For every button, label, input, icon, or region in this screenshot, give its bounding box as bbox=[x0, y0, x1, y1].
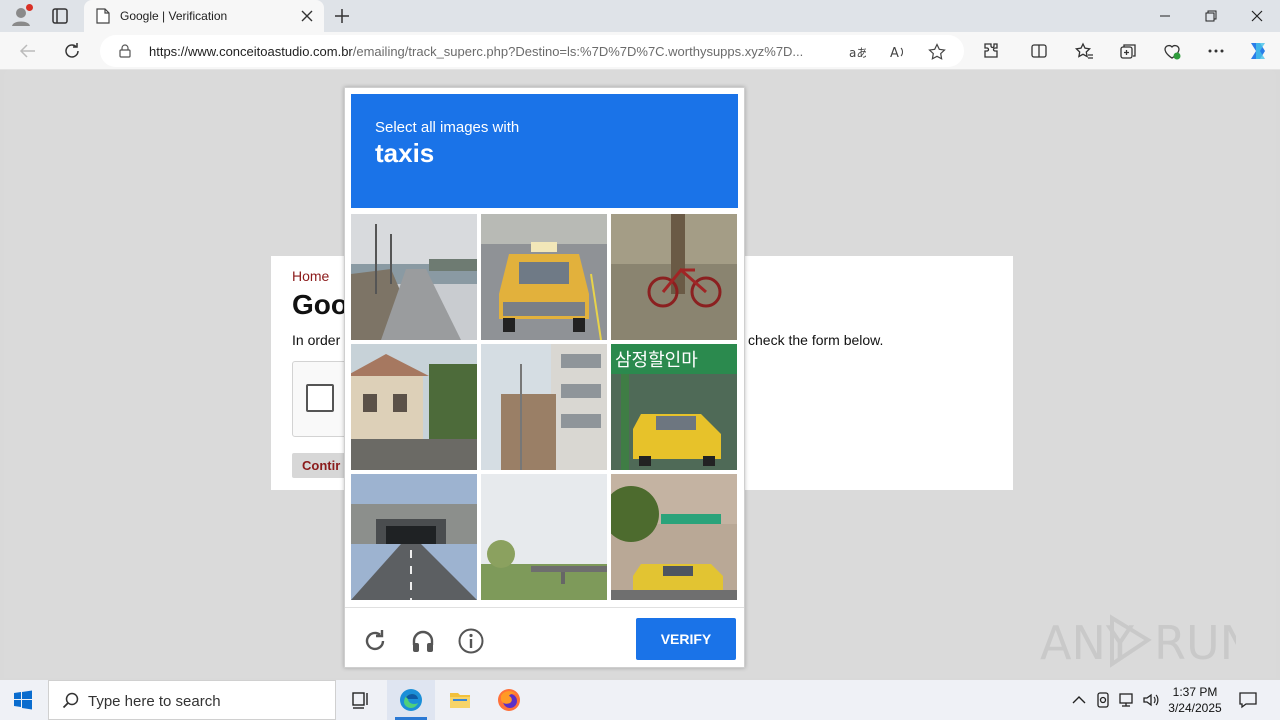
captcha-tile-6[interactable]: 삼정할인마 bbox=[611, 344, 737, 470]
clock-time: 1:37 PM bbox=[1172, 685, 1218, 699]
tab-verification[interactable]: Google | Verification bbox=[84, 0, 324, 32]
taskbar-firefox-icon[interactable] bbox=[485, 680, 533, 720]
watermark-run: RUN bbox=[1154, 616, 1236, 670]
search-icon bbox=[62, 692, 80, 710]
svg-text:A: A bbox=[890, 46, 899, 61]
captcha-header: Select all images with taxis bbox=[351, 94, 738, 208]
network-icon[interactable] bbox=[1118, 691, 1136, 709]
captcha-tile-5[interactable] bbox=[481, 344, 607, 470]
url-path: /emailing/track_superc.php?Destino=ls:%7… bbox=[352, 44, 804, 59]
read-aloud-icon[interactable]: A bbox=[889, 43, 907, 61]
translate-icon[interactable]: aあ bbox=[848, 43, 868, 61]
captcha-tile-8[interactable] bbox=[481, 474, 607, 600]
favorite-star-icon[interactable] bbox=[928, 43, 946, 61]
extensions-icon[interactable] bbox=[981, 41, 1001, 61]
continue-button[interactable]: Contir bbox=[292, 453, 352, 478]
verify-button[interactable]: VERIFY bbox=[636, 618, 736, 660]
address-bar[interactable]: https://www.conceitoastudio.com.br/email… bbox=[100, 35, 964, 67]
minimize-icon[interactable] bbox=[1155, 6, 1175, 26]
copilot-icon[interactable] bbox=[1246, 39, 1270, 63]
volume-icon[interactable] bbox=[1142, 691, 1160, 709]
captcha-tile-2[interactable] bbox=[481, 214, 607, 340]
page-icon bbox=[96, 8, 110, 24]
svg-text:삼정할인마: 삼정할인마 bbox=[615, 350, 698, 371]
close-window-icon[interactable] bbox=[1247, 6, 1267, 26]
browser-toolbar: https://www.conceitoastudio.com.br/email… bbox=[0, 32, 1280, 70]
captcha-tile-9[interactable] bbox=[611, 474, 737, 600]
split-screen-icon[interactable] bbox=[1029, 41, 1049, 61]
tray-overflow-chevron-icon[interactable] bbox=[1070, 691, 1088, 709]
intro-text-left: In order bbox=[292, 332, 341, 348]
captcha-target: taxis bbox=[375, 138, 435, 168]
captcha-tile-3[interactable] bbox=[611, 214, 737, 340]
captcha-tile-7[interactable] bbox=[351, 474, 477, 600]
captcha-footer: VERIFY bbox=[345, 607, 744, 667]
reload-challenge-icon[interactable] bbox=[361, 627, 389, 655]
taskbar-search-box[interactable]: Type here to search bbox=[48, 680, 336, 720]
tab-actions-icon[interactable] bbox=[50, 6, 70, 26]
audio-challenge-icon[interactable] bbox=[409, 627, 437, 655]
intro-text-right: check the form below. bbox=[748, 332, 884, 348]
profile-avatar-icon[interactable] bbox=[10, 4, 33, 27]
clock-date: 3/24/2025 bbox=[1168, 701, 1222, 715]
tab-title: Google | Verification bbox=[120, 9, 228, 23]
taskbar-edge-icon[interactable] bbox=[387, 680, 435, 720]
close-tab-icon[interactable] bbox=[300, 9, 314, 23]
captcha-instruction: Select all images with bbox=[375, 119, 520, 136]
restore-icon[interactable] bbox=[1201, 6, 1221, 26]
windows-taskbar: Type here to search 1:37 PM 3/24/2025 bbox=[0, 680, 1280, 720]
captcha-tile-4[interactable] bbox=[351, 344, 477, 470]
collections-icon[interactable] bbox=[1118, 41, 1138, 61]
captcha-challenge: Select all images with taxis 삼정할인마 VERIF… bbox=[344, 87, 745, 668]
notifications-icon[interactable] bbox=[1238, 690, 1258, 710]
taskbar-file-explorer-icon[interactable] bbox=[436, 680, 484, 720]
browser-essentials-icon[interactable] bbox=[1162, 41, 1182, 61]
page-title: Goo bbox=[292, 289, 348, 320]
new-tab-icon[interactable] bbox=[332, 6, 352, 26]
captcha-tile-1[interactable] bbox=[351, 214, 477, 340]
verify-label: VERIFY bbox=[660, 631, 712, 647]
url-text[interactable]: https://www.conceitoastudio.com.br/email… bbox=[149, 44, 839, 59]
url-host: https://www.conceitoastudio.com.br bbox=[149, 44, 353, 59]
windows-start-icon[interactable] bbox=[13, 690, 33, 710]
refresh-icon[interactable] bbox=[62, 41, 82, 61]
lock-icon[interactable] bbox=[118, 44, 132, 58]
task-view-icon[interactable] bbox=[336, 680, 384, 720]
more-menu-icon[interactable] bbox=[1206, 41, 1226, 61]
favorites-icon[interactable] bbox=[1074, 41, 1094, 61]
recaptcha-checkbox[interactable] bbox=[306, 384, 334, 412]
continue-label: Contir bbox=[302, 458, 341, 473]
notification-dot bbox=[26, 4, 33, 11]
taskbar-clock[interactable]: 1:37 PM 3/24/2025 bbox=[1160, 684, 1230, 716]
breadcrumb-home[interactable]: Home bbox=[292, 268, 329, 284]
svg-text:aあ: aあ bbox=[849, 46, 866, 60]
search-placeholder: Type here to search bbox=[88, 693, 221, 710]
tray-device-icon[interactable] bbox=[1094, 691, 1112, 709]
back-icon[interactable] bbox=[18, 41, 38, 61]
anyrun-watermark: ANY RUN bbox=[1040, 612, 1254, 670]
tab-bar: Google | Verification bbox=[0, 0, 1280, 32]
info-icon[interactable] bbox=[457, 627, 485, 655]
